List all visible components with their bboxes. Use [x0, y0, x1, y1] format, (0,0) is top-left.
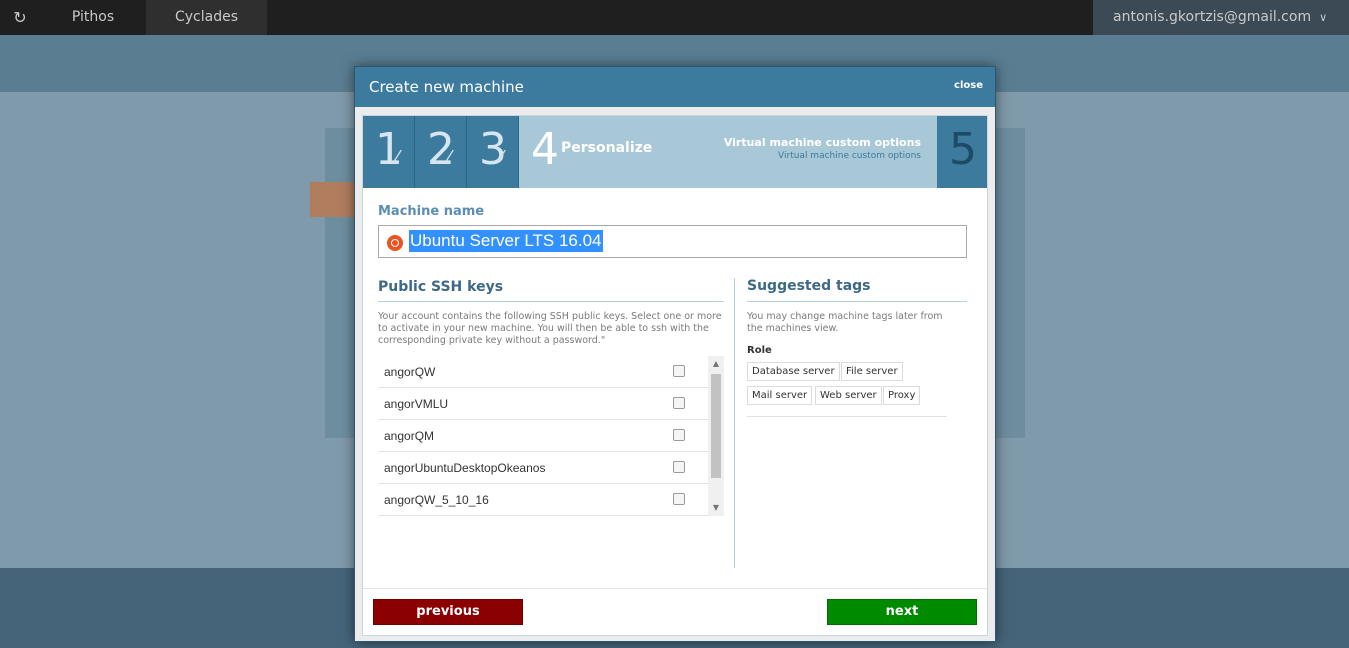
ssh-key-checkbox[interactable] [673, 461, 685, 473]
ssh-key-row[interactable]: angorVMLU [378, 388, 708, 420]
ssh-keys-list: angorQW angorVMLU angorQM angorUbuntuDes… [378, 356, 724, 516]
ssh-key-name: angorVMLU [384, 397, 449, 411]
background-button [310, 182, 360, 217]
tag-mail-server[interactable]: Mail server [747, 386, 813, 405]
step-3[interactable]: 3 / [467, 116, 519, 188]
top-navigation-bar: ↻ Pithos Cyclades antonis.gkortzis@gmail… [0, 0, 1349, 35]
close-button[interactable]: close [954, 80, 983, 91]
dialog-title: Create new machine [369, 78, 524, 96]
create-machine-dialog: Create new machine close 1 / 2 / 3 / 4 P… [354, 66, 996, 642]
tab-pithos[interactable]: Pithos [40, 0, 146, 35]
step-number: 4 [531, 124, 559, 175]
step-number: 5 [949, 124, 977, 175]
ssh-keys-description: Your account contains the following SSH … [378, 311, 722, 346]
ssh-key-name: angorQM [384, 429, 435, 443]
ssh-key-row[interactable]: angorUbuntuDesktopOkeanos [378, 452, 708, 484]
scroll-up-icon[interactable]: ▲ [708, 356, 724, 372]
scroll-down-icon[interactable]: ▼ [708, 500, 724, 516]
machine-name-value: Ubuntu Server LTS 16.04 [409, 230, 603, 252]
app-logo-icon[interactable]: ↻ [8, 6, 32, 30]
ssh-key-checkbox[interactable] [673, 397, 685, 409]
ssh-list-scrollbar[interactable]: ▲ ▼ [708, 356, 724, 516]
step-2[interactable]: 2 / [415, 116, 467, 188]
user-email: antonis.gkortzis@gmail.com [1113, 9, 1312, 25]
divider [378, 301, 724, 302]
ssh-key-row[interactable]: angorQW_5_10_16 [378, 484, 708, 516]
step-1[interactable]: 1 / [363, 116, 415, 188]
tags-role-label: Role [747, 345, 772, 356]
tab-cyclades[interactable]: Cyclades [146, 0, 267, 35]
wizard-body: 1 / 2 / 3 / 4 Personalize Virtual machin… [362, 115, 988, 636]
ssh-key-checkbox[interactable] [673, 365, 685, 377]
wizard-steps: 1 / 2 / 3 / 4 Personalize Virtual machin… [363, 116, 987, 188]
step-description-title: Virtual machine custom options [723, 136, 921, 149]
suggested-tags-description: You may change machine tags later from t… [747, 311, 943, 334]
ssh-key-checkbox[interactable] [673, 493, 685, 505]
ssh-key-row[interactable]: angorQW [378, 356, 708, 388]
step-4-active: 4 Personalize Virtual machine custom opt… [519, 116, 937, 188]
tag-proxy[interactable]: Proxy [883, 386, 921, 405]
ubuntu-icon [387, 235, 403, 251]
tag-web-server[interactable]: Web server [815, 386, 882, 405]
ssh-keys-title: Public SSH keys [378, 279, 504, 295]
ssh-key-name: angorQW [384, 365, 436, 379]
ssh-key-name: angorQW_5_10_16 [384, 493, 489, 507]
user-menu[interactable]: antonis.gkortzis@gmail.com ∨ [1093, 0, 1349, 35]
dialog-header: Create new machine close [355, 67, 995, 107]
machine-name-input[interactable]: Ubuntu Server LTS 16.04 [378, 225, 967, 258]
divider [747, 416, 947, 417]
tag-database-server[interactable]: Database server [747, 362, 840, 381]
previous-button[interactable]: previous [373, 599, 523, 625]
suggested-tags-title: Suggested tags [747, 278, 871, 294]
footer-divider [363, 588, 987, 589]
machine-name-label: Machine name [378, 204, 485, 219]
tag-file-server[interactable]: File server [841, 362, 903, 381]
step-name: Personalize [561, 140, 653, 156]
ssh-key-checkbox[interactable] [673, 429, 685, 441]
ssh-key-row[interactable]: angorQM [378, 420, 708, 452]
chevron-down-icon: ∨ [1319, 11, 1328, 24]
scrollbar-thumb[interactable] [711, 374, 721, 478]
next-button[interactable]: next [827, 599, 977, 625]
ssh-key-name: angorUbuntuDesktopOkeanos [384, 461, 546, 475]
step-description-subtitle: Virtual machine custom options [778, 151, 921, 161]
column-divider [734, 278, 735, 568]
divider [747, 301, 967, 302]
step-5[interactable]: 5 [937, 116, 987, 188]
